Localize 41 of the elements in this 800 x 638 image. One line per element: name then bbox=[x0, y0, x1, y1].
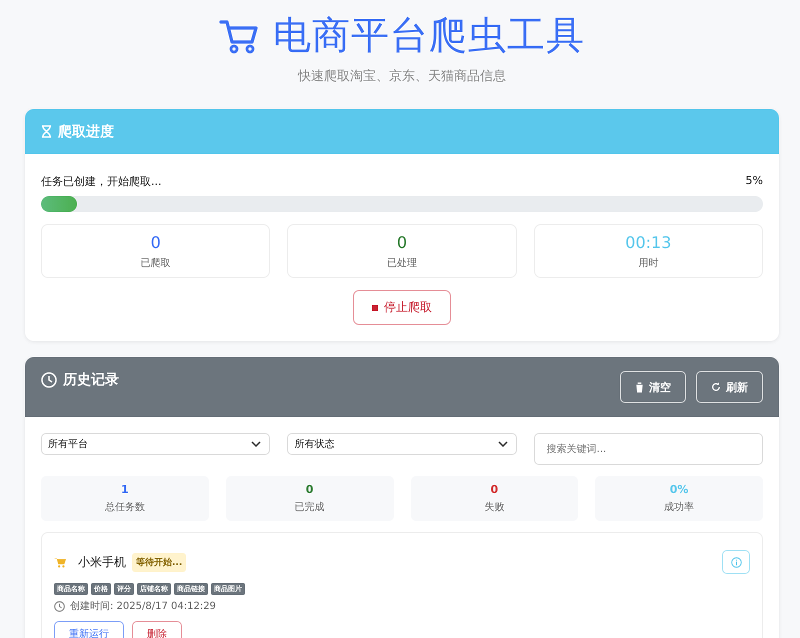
info-icon bbox=[730, 556, 742, 568]
stat-value: 0 bbox=[150, 232, 161, 252]
header-button[interactable]: 清空 bbox=[620, 371, 686, 403]
stat-value: 00:13 bbox=[625, 232, 672, 252]
refresh-icon bbox=[711, 382, 721, 392]
summary-value: 0% bbox=[670, 483, 688, 496]
stop-button[interactable]: 停止爬取 bbox=[353, 290, 451, 325]
summary-label: 失败 bbox=[484, 500, 504, 514]
info-button[interactable] bbox=[722, 550, 750, 574]
stat-label: 已处理 bbox=[386, 256, 417, 270]
search-field[interactable]: 搜索关键词... bbox=[534, 433, 763, 465]
created-time: 创建时间: 2025/8/17 04:12:29 bbox=[70, 600, 216, 613]
trash-icon bbox=[635, 382, 644, 392]
task-name: 小米手机 bbox=[78, 554, 126, 570]
chevron-down-icon bbox=[498, 441, 508, 447]
summary-value: 0 bbox=[490, 483, 498, 496]
status-badge: 等待开始... bbox=[132, 552, 186, 572]
progress-status: 任务已创建，开始爬取... bbox=[41, 174, 162, 189]
summary-label: 已完成 bbox=[294, 500, 325, 514]
cart-icon bbox=[54, 556, 66, 568]
summary-value: 1 bbox=[121, 483, 129, 496]
clock-icon bbox=[41, 372, 57, 388]
app-title: 电商平台爬虫工具 bbox=[273, 12, 585, 59]
summary-value: 0 bbox=[306, 483, 314, 496]
progress-title: 爬取进度 bbox=[58, 122, 114, 140]
summary-label: 成功率 bbox=[664, 500, 694, 514]
chevron-down-icon bbox=[251, 441, 262, 447]
header-button[interactable]: 刷新 bbox=[696, 371, 763, 403]
cart-icon bbox=[219, 18, 259, 54]
filter-dropdown[interactable]: 所有平台 bbox=[41, 433, 270, 455]
hourglass-icon bbox=[41, 125, 52, 138]
task-action-button[interactable]: 重新运行 bbox=[54, 621, 124, 638]
app-subtitle: 快速爬取淘宝、京东、天猫商品信息 bbox=[296, 68, 507, 85]
clock-icon bbox=[54, 600, 65, 612]
summary-label: 总任务数 bbox=[104, 500, 145, 514]
filter-dropdown[interactable]: 所有状态 bbox=[287, 433, 517, 455]
history-title: 历史记录 bbox=[63, 371, 119, 389]
stat-label: 已爬取 bbox=[140, 256, 171, 270]
progress-percent: 5% bbox=[746, 174, 763, 189]
stat-value: 0 bbox=[396, 232, 408, 252]
stat-label: 用时 bbox=[638, 256, 658, 270]
